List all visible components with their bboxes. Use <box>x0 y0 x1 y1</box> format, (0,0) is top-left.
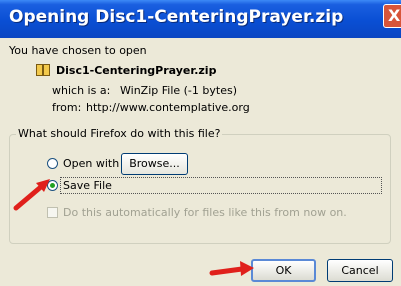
save-file-label[interactable]: Save File <box>63 179 112 192</box>
file-source-label: from: <box>52 101 82 114</box>
cancel-button[interactable]: Cancel <box>327 259 393 282</box>
intro-text: You have chosen to open <box>9 44 147 57</box>
ok-button[interactable]: OK <box>251 259 316 282</box>
title-bar[interactable]: Opening Disc1-CenteringPrayer.zip X <box>0 0 401 38</box>
file-source-value: http://www.contemplative.org <box>86 101 250 114</box>
save-file-label-text: Save File <box>63 179 112 192</box>
zip-file-icon <box>36 64 50 76</box>
cancel-button-label: Cancel <box>341 264 379 277</box>
annotation-arrow-ok <box>209 261 254 276</box>
open-with-label[interactable]: Open with <box>63 157 119 170</box>
browse-button-label: Browse... <box>129 157 180 170</box>
annotation-arrow-save-file <box>13 179 50 211</box>
auto-action-label: Do this automatically for files like thi… <box>63 206 347 219</box>
file-type-value: WinZip File (-1 bytes) <box>120 84 237 97</box>
open-with-radio[interactable] <box>47 158 58 169</box>
open-with-label-text: Open with <box>63 157 120 170</box>
browse-button[interactable]: Browse... <box>121 153 188 175</box>
action-group-legend: What should Firefox do with this file? <box>16 127 223 140</box>
close-icon: X <box>388 6 401 25</box>
ok-button-label: OK <box>275 264 292 277</box>
window-title: Opening Disc1-CenteringPrayer.zip <box>9 7 344 27</box>
file-type-label: which is a: <box>52 84 111 97</box>
dialog-window: Opening Disc1-CenteringPrayer.zip X You … <box>0 0 401 286</box>
file-name: Disc1-CenteringPrayer.zip <box>56 64 217 77</box>
close-button[interactable]: X <box>383 4 401 28</box>
